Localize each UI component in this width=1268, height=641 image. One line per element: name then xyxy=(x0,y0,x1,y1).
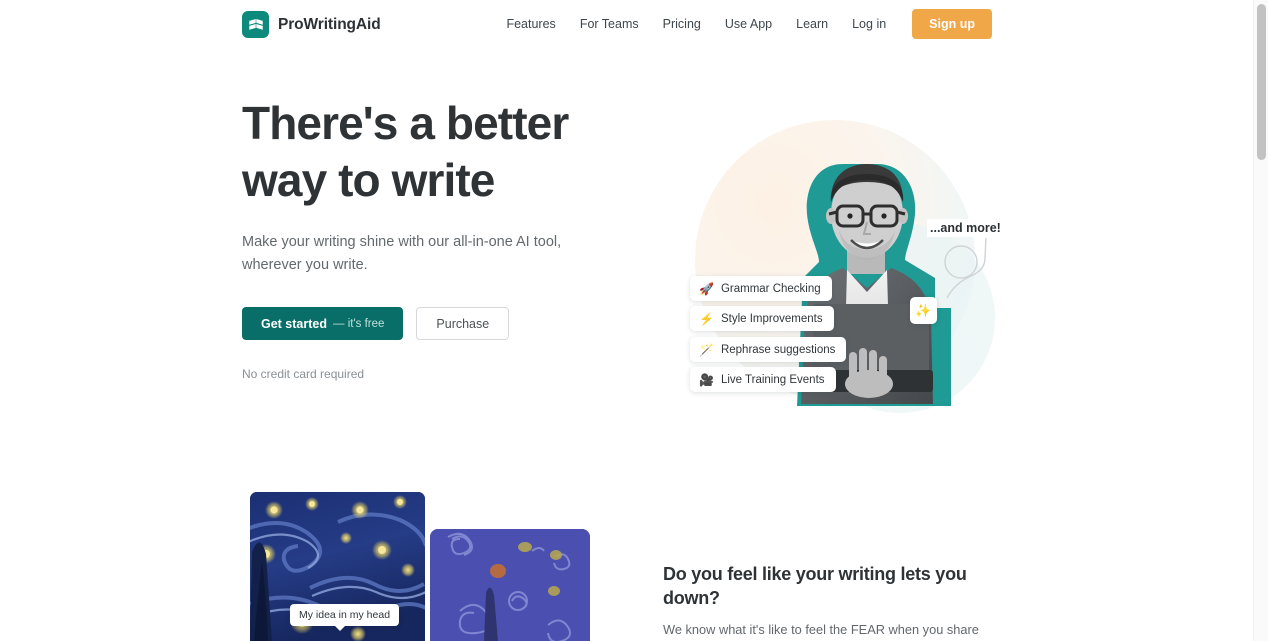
feature-pill-label: Live Training Events xyxy=(720,373,825,386)
get-started-label: Get started xyxy=(261,316,327,331)
simple-sketch-version xyxy=(430,529,590,641)
feature-pill-grammar-checking: 🚀 Grammar Checking xyxy=(690,276,832,301)
book-pages-icon xyxy=(242,11,269,38)
brand-logo-link[interactable]: ProWritingAid xyxy=(242,11,381,38)
nav-for-teams[interactable]: For Teams xyxy=(568,12,651,37)
nav-features[interactable]: Features xyxy=(494,12,567,37)
section-copy: Do you feel like your writing lets you d… xyxy=(663,562,1013,641)
rocket-emoji: 🚀 xyxy=(699,281,714,296)
feature-pill-rephrase-suggestions: 🪄 Rephrase suggestions xyxy=(690,337,847,362)
feature-pill-live-training-events: 🎥 Live Training Events xyxy=(690,367,836,392)
nav-use-app[interactable]: Use App xyxy=(713,12,784,37)
page-scrollbar[interactable] xyxy=(1253,0,1268,641)
sketch-svg xyxy=(430,529,590,641)
main-navigation: Features For Teams Pricing Use App Learn… xyxy=(494,0,992,48)
site-header: ProWritingAid Features For Teams Pricing… xyxy=(0,0,1253,48)
nav-log-in[interactable]: Log in xyxy=(840,12,898,37)
feature-pill-label: Rephrase suggestions xyxy=(720,343,836,356)
writing-lets-you-down-section: My idea in my head Do you feel like your… xyxy=(0,478,1253,641)
get-started-free-note: — it's free xyxy=(333,317,385,330)
lightning-emoji: ⚡ xyxy=(699,311,714,326)
hero-title: There's a better way to write xyxy=(242,95,632,209)
idea-vs-reality-illustration: My idea in my head xyxy=(242,492,602,641)
hero-copy: There's a better way to write Make your … xyxy=(242,95,632,381)
hero-actions: Get started — it's free Purchase xyxy=(242,307,632,340)
hero-title-line-2: way to write xyxy=(242,154,495,206)
feature-pill-label: Style Improvements xyxy=(720,312,823,325)
and-more-label: ...and more! xyxy=(927,219,1004,237)
brand-name: ProWritingAid xyxy=(278,15,381,33)
section-body: We know what it's like to feel the FEAR … xyxy=(663,622,979,637)
and-more-bubble-tail xyxy=(944,237,987,299)
hero-section: There's a better way to write Make your … xyxy=(0,48,1253,478)
nav-pricing[interactable]: Pricing xyxy=(651,12,713,37)
magic-wand-emoji: 🪄 xyxy=(699,342,714,357)
hero-title-line-1: There's a better xyxy=(242,97,569,149)
sparkles-glyph: ✨ xyxy=(915,302,932,318)
hero-subtitle: Make your writing shine with our all-in-… xyxy=(242,234,562,273)
video-camera-emoji: 🎥 xyxy=(699,372,714,387)
scrollbar-thumb[interactable] xyxy=(1257,4,1266,160)
no-credit-card-note: No credit card required xyxy=(242,367,365,381)
page-viewport: ProWritingAid Features For Teams Pricing… xyxy=(0,0,1253,641)
my-idea-in-my-head-label: My idea in my head xyxy=(290,604,400,631)
feature-pill-style-improvements: ⚡ Style Improvements xyxy=(690,306,834,331)
hero-illustration: ...and more! ✨ 🚀 Grammar Checking ⚡ Styl… xyxy=(655,108,1035,438)
sparkles-emoji: ✨ xyxy=(910,297,937,324)
purchase-button[interactable]: Purchase xyxy=(416,307,510,340)
section-title: Do you feel like your writing lets you d… xyxy=(663,564,967,608)
page-root: ProWritingAid Features For Teams Pricing… xyxy=(0,0,1268,641)
sign-up-button[interactable]: Sign up xyxy=(912,8,992,40)
get-started-button[interactable]: Get started — it's free xyxy=(242,307,404,340)
feature-pill-label: Grammar Checking xyxy=(720,282,821,295)
nav-learn[interactable]: Learn xyxy=(784,12,840,37)
